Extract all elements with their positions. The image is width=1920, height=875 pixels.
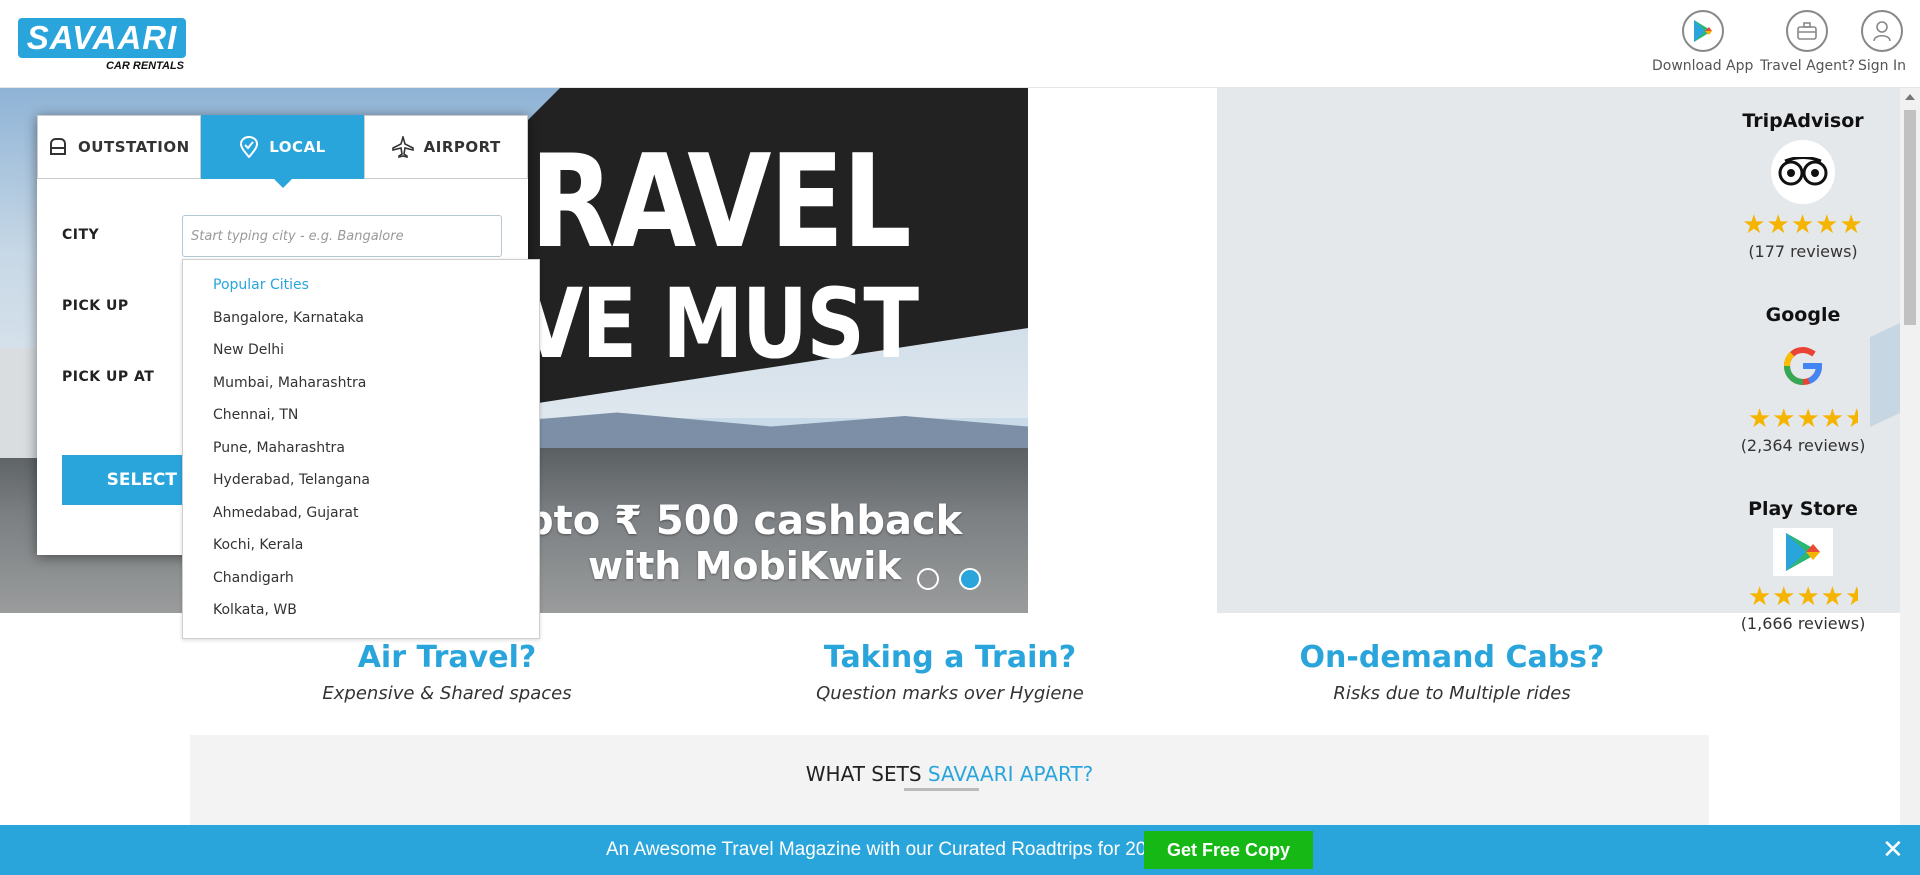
review-count: (2,364 reviews): [1740, 436, 1866, 455]
tab-airport-label: AIRPORT: [423, 138, 501, 156]
page-scrollbar[interactable]: [1900, 88, 1920, 825]
tripadvisor-owl-icon: [1771, 140, 1835, 204]
rating-title: Google: [1765, 304, 1841, 326]
city-option[interactable]: Kochi, Kerala: [213, 537, 303, 553]
hero-headline-1: RAVEL: [530, 128, 912, 277]
close-icon[interactable]: ✕: [1882, 837, 1904, 863]
travel-agent-link[interactable]: Travel Agent?: [1760, 10, 1855, 74]
scroll-up-arrow-icon[interactable]: [1905, 94, 1915, 100]
section-underline: [904, 788, 979, 791]
scrollbar-thumb[interactable]: [1904, 110, 1916, 325]
problem-train: Taking a Train? Question marks over Hygi…: [750, 640, 1150, 704]
city-option[interactable]: Kolkata, WB: [213, 602, 297, 618]
city-option[interactable]: Chennai, TN: [213, 407, 298, 423]
rating-tripadvisor: TripAdvisor ★★★★★ (177 reviews): [1710, 110, 1896, 261]
city-option[interactable]: Chandigarh: [213, 570, 294, 586]
carousel-dot-1[interactable]: [917, 568, 939, 590]
sign-in-link[interactable]: Sign In: [1858, 10, 1906, 74]
rating-google: Google ★★★★★ (2,364 reviews): [1710, 304, 1896, 455]
savaari-logo[interactable]: SAVAARI CAR RENTALS: [18, 18, 186, 74]
google-g-icon: [1771, 334, 1835, 398]
logo-tagline: CAR RENTALS: [105, 60, 184, 72]
airplane-icon: [391, 136, 414, 158]
site-header: SAVAARI CAR RENTALS Download App Travel …: [0, 0, 1920, 88]
review-count: (1,666 reviews): [1740, 614, 1866, 633]
section-title-highlight: SAVAARI APART?: [927, 762, 1094, 786]
tab-outstation[interactable]: OUTSTATION: [37, 115, 201, 179]
star-rating: ★★★★★: [1742, 210, 1864, 240]
problem-cabs: On-demand Cabs? Risks due to Multiple ri…: [1252, 640, 1652, 704]
pickup-label: PICK UP: [62, 298, 129, 314]
hero-headline-2: VE MUST: [520, 268, 919, 380]
city-label: CITY: [62, 227, 100, 243]
play-store-icon: [1681, 10, 1724, 52]
briefcase-icon: [1786, 10, 1829, 52]
get-free-copy-button[interactable]: Get Free Copy: [1144, 831, 1313, 869]
mobikwik-text: with MobiKwik: [588, 544, 902, 588]
carousel-dot-2[interactable]: [959, 568, 981, 590]
city-option[interactable]: New Delhi: [213, 342, 284, 358]
download-app-label: Download App: [1652, 58, 1754, 74]
problem-subtitle: Expensive & Shared spaces: [322, 683, 572, 704]
section-title: WHAT SETS SAVAARI APART?: [190, 762, 1709, 786]
user-icon: [1861, 10, 1903, 52]
problem-title: On-demand Cabs?: [1299, 640, 1605, 675]
car-icon: [48, 138, 68, 156]
pickup-at-label: PICK UP AT: [62, 369, 155, 385]
download-app-link[interactable]: Download App: [1652, 10, 1753, 74]
review-count: (177 reviews): [1748, 242, 1858, 261]
logo-wordmark: SAVAARI: [18, 18, 186, 58]
city-option[interactable]: Ahmedabad, Gujarat: [213, 505, 358, 521]
city-suggestions-dropdown: Popular Cities Bangalore, Karnataka New …: [182, 259, 540, 639]
promo-text: An Awesome Travel Magazine with our Cura…: [606, 839, 1168, 860]
promo-bar: An Awesome Travel Magazine with our Cura…: [0, 825, 1920, 875]
city-option[interactable]: Pune, Maharashtra: [213, 440, 345, 456]
problem-title: Taking a Train?: [823, 640, 1077, 675]
star-rating: ★★★★★: [1747, 582, 1859, 612]
play-store-icon: [1773, 528, 1833, 576]
trip-type-tabs: OUTSTATION LOCAL AIRPORT: [37, 115, 529, 188]
tab-outstation-label: OUTSTATION: [78, 138, 190, 156]
city-option[interactable]: Mumbai, Maharashtra: [213, 375, 366, 391]
location-pin-icon: [239, 136, 259, 158]
tab-local-label: LOCAL: [269, 138, 326, 156]
popular-cities-heading: Popular Cities: [213, 277, 309, 293]
city-option[interactable]: Hyderabad, Telangana: [213, 472, 370, 488]
star-rating: ★★★★★: [1747, 404, 1859, 434]
cashback-text: pto ₹ 500 cashback: [525, 498, 963, 544]
problem-title: Air Travel?: [357, 640, 537, 675]
rating-title: Play Store: [1748, 498, 1858, 520]
problem-air-travel: Air Travel? Expensive & Shared spaces: [247, 640, 647, 704]
city-option[interactable]: Bangalore, Karnataka: [213, 310, 364, 326]
rating-title: TripAdvisor: [1742, 110, 1864, 132]
rating-play-store: Play Store ★★★★★ (1,666 reviews): [1710, 498, 1896, 633]
tab-airport[interactable]: AIRPORT: [364, 115, 529, 179]
select-cab-button[interactable]: SELECT: [62, 455, 182, 505]
problem-subtitle: Question marks over Hygiene: [816, 683, 1084, 704]
section-title-prefix: WHAT SETS: [805, 762, 928, 786]
tab-local[interactable]: LOCAL: [200, 115, 365, 188]
city-input[interactable]: [182, 215, 502, 257]
sign-in-label: Sign In: [1858, 58, 1906, 74]
travel-agent-label: Travel Agent?: [1760, 58, 1855, 74]
problem-subtitle: Risks due to Multiple rides: [1333, 683, 1571, 704]
